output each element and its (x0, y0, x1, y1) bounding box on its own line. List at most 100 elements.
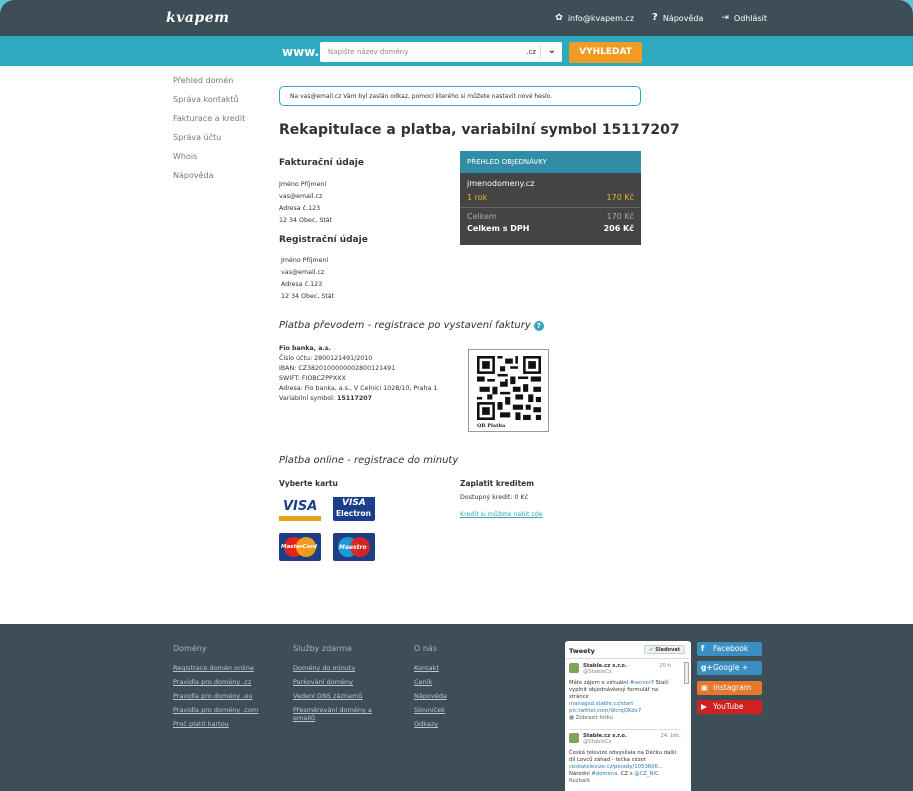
top-links: ✿ info@kvapem.cz ? Nápověda ⇥ Odhlásit (555, 13, 767, 23)
credit-title: Zaplatit kreditem (460, 479, 535, 488)
maestro-logo: Maestro (339, 544, 367, 551)
email-link[interactable]: ✿ info@kvapem.cz (555, 13, 634, 23)
footer-link[interactable]: Parkování domény (293, 678, 388, 686)
order-total-vat-row: Celkem s DPH 206 Kč (467, 224, 634, 233)
footer-column-title: Služby zdarma (293, 644, 352, 653)
search-button[interactable]: VYHLEDAT (569, 42, 642, 63)
visa-card-button[interactable]: VISA (279, 493, 321, 521)
tweet-time: 24. bře. (660, 733, 681, 739)
logout-icon: ⇥ (721, 12, 729, 23)
order-total-row: Celkem 170 Kč (467, 212, 634, 221)
tweet-text-part: Národní (569, 771, 592, 777)
sidebar-item-domains[interactable]: Přehled domén (173, 76, 245, 88)
tweet-action[interactable]: Zobrazit fotku (576, 715, 613, 721)
sidebar-item-help[interactable]: Nápověda (173, 171, 245, 183)
order-total-label: Celkem (467, 212, 497, 221)
order-domain: jmenodomeny.cz (467, 179, 535, 188)
logo[interactable]: kvapem (166, 10, 229, 26)
sidebar-item-whois[interactable]: Whois (173, 152, 245, 164)
footer-link[interactable]: Pravidla pro domény .eu (173, 692, 258, 700)
youtube-button[interactable]: ▶ YouTube (697, 700, 762, 714)
bank-account: Číslo účtu: 2800121491/2010 (279, 355, 373, 362)
photo-icon: ▦ (569, 715, 575, 721)
tweet-text: Česká televize odvysílala na Déčku další… (569, 750, 677, 785)
divider (460, 207, 641, 208)
domain-search-input[interactable]: Napište název domény .cz ⌄ (320, 42, 562, 62)
google-plus-button[interactable]: g+Google + (697, 661, 762, 675)
help-link[interactable]: ? Nápověda (652, 13, 703, 23)
sidebar: Přehled domén Správa kontaktů Fakturace … (173, 76, 245, 190)
tweet-hashtag[interactable]: #doména (591, 771, 617, 777)
scrollbar[interactable] (684, 662, 689, 684)
instagram-button[interactable]: ▣ Instagram (697, 681, 762, 695)
billing-line: Adresa č.123 (279, 205, 321, 212)
twitter-widget-header: Tweety ✔ Sledovat (565, 641, 691, 659)
search-placeholder: Napište název domény (328, 48, 409, 56)
facebook-label: Facebook (713, 644, 749, 653)
footer-link[interactable]: Přesměrování domény a emailů (293, 706, 388, 722)
registration-line: Jméno Příjmení (281, 257, 329, 264)
visa-electron-logo-top: VISA (342, 498, 366, 508)
tweet-link[interactable]: ceskatelevize.cz/porady/1053606... (569, 764, 663, 770)
tweet-mention[interactable]: @CZ_NIC (634, 771, 659, 777)
order-period: 1 rok (467, 193, 488, 202)
search-bar: www. Napište název domény .cz ⌄ VYHLEDAT (0, 36, 913, 66)
footer-column-title: O nás (414, 644, 437, 653)
sidebar-item-account[interactable]: Správa účtu (173, 133, 245, 145)
footer-link[interactable]: Domény do minuty (293, 664, 388, 672)
tweet-link[interactable]: pic.twitter.com/WcrqQKdx7 (569, 708, 641, 714)
twitter-widget: Tweety ✔ Sledovat Stable.cz s.r.o. @Stab… (565, 641, 691, 791)
email-label: info@kvapem.cz (567, 13, 635, 23)
footer-link[interactable]: Ceník (414, 678, 447, 686)
logout-link[interactable]: ⇥ Odhlásit (721, 13, 767, 23)
help-icon[interactable]: ? (533, 321, 544, 331)
footer-link[interactable]: Pravidla pro domény .cz (173, 678, 258, 686)
google-plus-icon: g+ (701, 663, 713, 672)
follow-button[interactable]: ✔ Sledovat (644, 645, 685, 654)
question-icon: ? (652, 12, 658, 23)
twitter-bird-icon: ✔ (649, 647, 654, 653)
maestro-card-button[interactable]: Maestro (333, 533, 375, 561)
divider (540, 45, 541, 59)
registration-title: Registrační údaje (279, 235, 368, 245)
billing-title: Fakturační údaje (279, 158, 364, 168)
tld-select-value[interactable]: .cz (526, 48, 536, 56)
alert-prefix: Na (290, 93, 299, 100)
order-total-vat: 206 Kč (603, 224, 634, 233)
credit-topup-link[interactable]: Kredit si můžete nabít zde (460, 511, 543, 518)
mastercard-card-button[interactable]: MasterCard (279, 533, 321, 561)
logout-label: Odhlásit (733, 13, 767, 23)
footer-link[interactable]: Nápověda (414, 692, 447, 700)
tweet-action[interactable]: Rozbalit (569, 778, 590, 784)
tweet-link[interactable]: managed.stable.cz/start (569, 701, 633, 707)
tweet-text-part: Česká televize odvysílala na Déčku další… (569, 750, 677, 763)
sidebar-item-billing[interactable]: Fakturace a kredit (173, 114, 245, 126)
facebook-button[interactable]: f Facebook (697, 642, 762, 656)
chevron-down-icon[interactable]: ⌄ (548, 45, 556, 56)
footer-link[interactable]: Slovníček (414, 706, 447, 714)
footer-link[interactable]: Odkazy (414, 720, 447, 728)
visa-logo: VISA (283, 499, 318, 514)
tweet-handle: @StableCz (583, 669, 612, 675)
footer-link[interactable]: Vedení DNS záznamů (293, 692, 388, 700)
sidebar-item-contacts[interactable]: Správa kontaktů (173, 95, 245, 107)
footer-link[interactable]: Kontakt (414, 664, 447, 672)
page-title: Rekapitulace a platba, variabilní symbol… (279, 122, 680, 138)
bank-swift: SWIFT: FIOBCZPPXXX (279, 375, 346, 382)
order-total: 170 Kč (606, 212, 634, 221)
tweet[interactable]: Stable.cz s.r.o. @StableCz 20 h Máte záj… (569, 663, 681, 729)
billing-line: 12 34 Obec, Stát (279, 217, 333, 224)
bank-name: Fio banka, a.s. (279, 345, 332, 352)
instagram-label: Instagram (713, 683, 752, 692)
visa-electron-card-button[interactable]: VISA Electron (333, 493, 375, 521)
footer-link[interactable]: Registrace domén online (173, 664, 258, 672)
tweet[interactable]: Stable.cz s.r.o. @StableCz 24. bře. Česk… (569, 729, 681, 789)
footer-link[interactable]: Pravidla pro domény .com (173, 706, 258, 714)
order-period-price: 170 Kč (606, 193, 634, 202)
footer-link[interactable]: Proč platit kartou (173, 720, 258, 728)
footer-column-title: Domény (173, 644, 207, 653)
order-period-row: 1 rok 170 Kč (467, 193, 634, 202)
billing-line: Jméno Příjmení (279, 181, 327, 188)
tweet-hashtag[interactable]: #server (630, 680, 651, 686)
instagram-icon: ▣ (701, 683, 709, 692)
